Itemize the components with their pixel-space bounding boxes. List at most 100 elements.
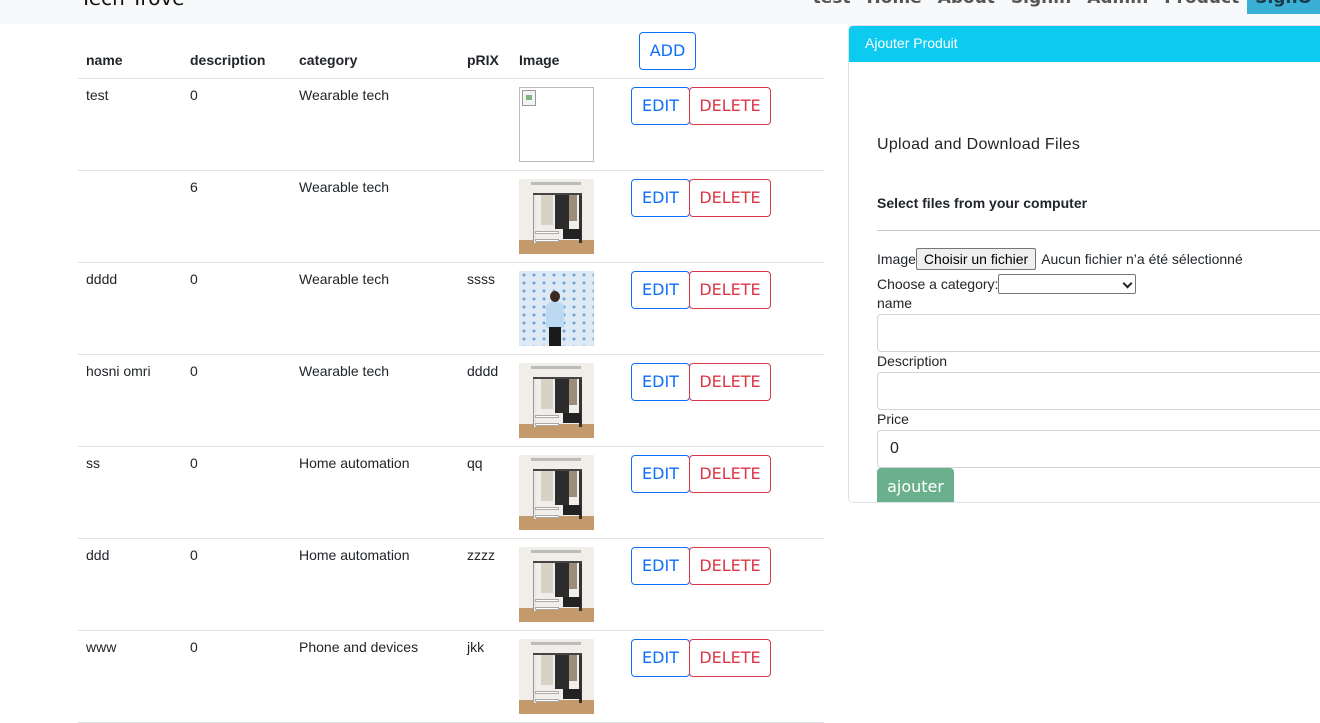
nav-menu: test Home About Signin Admin Product Sig… bbox=[805, 0, 1320, 24]
upload-title: Upload and Download Files bbox=[877, 136, 1081, 153]
edit-button[interactable]: EDIT bbox=[631, 546, 690, 585]
cell-actions: EDIT DELETE bbox=[631, 78, 824, 171]
cell-category: Home automation bbox=[291, 538, 459, 631]
category-select[interactable] bbox=[998, 274, 1137, 294]
product-image-clothes-rack bbox=[519, 638, 594, 714]
brand-logo[interactable]: Tech Trove bbox=[80, 0, 185, 10]
nav-item-test[interactable]: test bbox=[805, 0, 859, 10]
edit-button[interactable]: EDIT bbox=[631, 86, 690, 125]
delete-button[interactable]: DELETE bbox=[689, 86, 771, 125]
header-name: name bbox=[78, 24, 182, 79]
table-row: www 0 Phone and devices jkk EDIT DELETE bbox=[78, 630, 824, 723]
nav-item-home[interactable]: Home bbox=[859, 0, 930, 10]
cell-description: 0 bbox=[182, 78, 291, 171]
header-image: Image bbox=[519, 24, 631, 79]
cell-name bbox=[78, 170, 182, 263]
delete-button[interactable]: DELETE bbox=[689, 178, 771, 217]
description-label: Description bbox=[877, 353, 948, 369]
cell-name: www bbox=[78, 630, 182, 723]
cell-name: ss bbox=[78, 446, 182, 539]
cell-category: Home automation bbox=[291, 446, 459, 539]
edit-button[interactable]: EDIT bbox=[631, 454, 690, 493]
delete-button[interactable]: DELETE bbox=[689, 270, 771, 309]
cell-prix: jkk bbox=[459, 630, 519, 723]
cell-image bbox=[519, 630, 631, 723]
ajouter-button[interactable]: ajouter bbox=[877, 468, 954, 502]
edit-button[interactable]: EDIT bbox=[631, 638, 690, 677]
header-category: category bbox=[291, 24, 459, 79]
nav-item-admin[interactable]: Admin bbox=[1079, 0, 1156, 10]
cell-name: hosni omri bbox=[78, 354, 182, 447]
delete-button[interactable]: DELETE bbox=[689, 546, 771, 585]
edit-button[interactable]: EDIT bbox=[631, 270, 690, 309]
select-files-title: Select files from your computer bbox=[877, 195, 1088, 211]
cell-category: Wearable tech bbox=[291, 78, 459, 171]
table-header-row: name description category pRIX Image bbox=[78, 24, 824, 79]
cell-actions: EDIT DELETE bbox=[631, 262, 824, 355]
product-image-clothes-rack bbox=[519, 362, 594, 438]
cell-category: Wearable tech bbox=[291, 262, 459, 355]
edit-button[interactable]: EDIT bbox=[631, 178, 690, 217]
cell-description: 0 bbox=[182, 262, 291, 355]
nav-item-signin[interactable]: Signin bbox=[1003, 0, 1079, 10]
cell-image bbox=[519, 538, 631, 631]
price-label: Price bbox=[877, 411, 909, 427]
header-description: description bbox=[182, 24, 291, 79]
products-table-container: name description category pRIX Image tes… bbox=[78, 24, 824, 723]
cell-description: 0 bbox=[182, 354, 291, 447]
add-product-card: Ajouter Produit Upload and Download File… bbox=[848, 25, 1320, 503]
top-navbar: Tech Trove test Home About Signin Admin … bbox=[0, 0, 1320, 24]
delete-button[interactable]: DELETE bbox=[689, 362, 771, 401]
table-row: test 0 Wearable tech EDIT DELETE bbox=[78, 78, 824, 171]
delete-button[interactable]: DELETE bbox=[689, 638, 771, 677]
card-header: Ajouter Produit bbox=[849, 26, 1320, 62]
cell-prix: ssss bbox=[459, 262, 519, 355]
name-label: name bbox=[877, 295, 913, 311]
cell-category: Phone and devices bbox=[291, 630, 459, 723]
product-image-clothes-rack bbox=[519, 178, 594, 254]
nav-item-signout[interactable]: SignO bbox=[1247, 0, 1320, 14]
cell-name: dddd bbox=[78, 262, 182, 355]
cell-description: 0 bbox=[182, 630, 291, 723]
table-body: test 0 Wearable tech EDIT DELETE 6 Wearable te… bbox=[78, 78, 824, 723]
add-button[interactable]: ADD bbox=[639, 32, 696, 70]
cell-prix: dddd bbox=[459, 354, 519, 447]
product-image-person bbox=[519, 270, 594, 346]
cell-actions: EDIT DELETE bbox=[631, 446, 824, 539]
broken-image-icon bbox=[519, 86, 594, 162]
category-label: Choose a category: bbox=[877, 276, 999, 292]
cell-name: ddd bbox=[78, 538, 182, 631]
cell-actions: EDIT DELETE bbox=[631, 170, 824, 263]
category-row: Choose a category: bbox=[877, 274, 1137, 294]
product-image-clothes-rack bbox=[519, 546, 594, 622]
cell-category: Wearable tech bbox=[291, 170, 459, 263]
cell-image bbox=[519, 354, 631, 447]
choose-file-button[interactable]: Choisir un fichier bbox=[915, 248, 1037, 270]
cell-name: test bbox=[78, 78, 182, 171]
cell-image bbox=[519, 446, 631, 539]
table-row: 6 Wearable tech EDIT DELETE bbox=[78, 170, 824, 263]
table-row: ddd 0 Home automation zzzz EDIT DELETE bbox=[78, 538, 824, 631]
image-label: Image bbox=[877, 251, 916, 267]
cell-image bbox=[519, 262, 631, 355]
product-image-clothes-rack bbox=[519, 454, 594, 530]
cell-prix: qq bbox=[459, 446, 519, 539]
cell-image bbox=[519, 170, 631, 263]
price-input[interactable]: 0 bbox=[877, 430, 1320, 468]
table-row: dddd 0 Wearable tech ssss EDIT DELETE bbox=[78, 262, 824, 355]
edit-button[interactable]: EDIT bbox=[631, 362, 690, 401]
cell-actions: EDIT DELETE bbox=[631, 354, 824, 447]
delete-button[interactable]: DELETE bbox=[689, 454, 771, 493]
cell-prix bbox=[459, 170, 519, 263]
cell-prix: zzzz bbox=[459, 538, 519, 631]
cell-category: Wearable tech bbox=[291, 354, 459, 447]
cell-description: 0 bbox=[182, 538, 291, 631]
cell-description: 6 bbox=[182, 170, 291, 263]
cell-actions: EDIT DELETE bbox=[631, 538, 824, 631]
description-input[interactable] bbox=[877, 372, 1320, 410]
name-input[interactable] bbox=[877, 314, 1320, 352]
nav-item-product[interactable]: Product bbox=[1156, 0, 1247, 10]
file-input-row: Image Choisir un fichier Aucun fichier n… bbox=[877, 248, 1243, 270]
nav-item-about[interactable]: About bbox=[930, 0, 1003, 10]
cell-prix bbox=[459, 78, 519, 171]
